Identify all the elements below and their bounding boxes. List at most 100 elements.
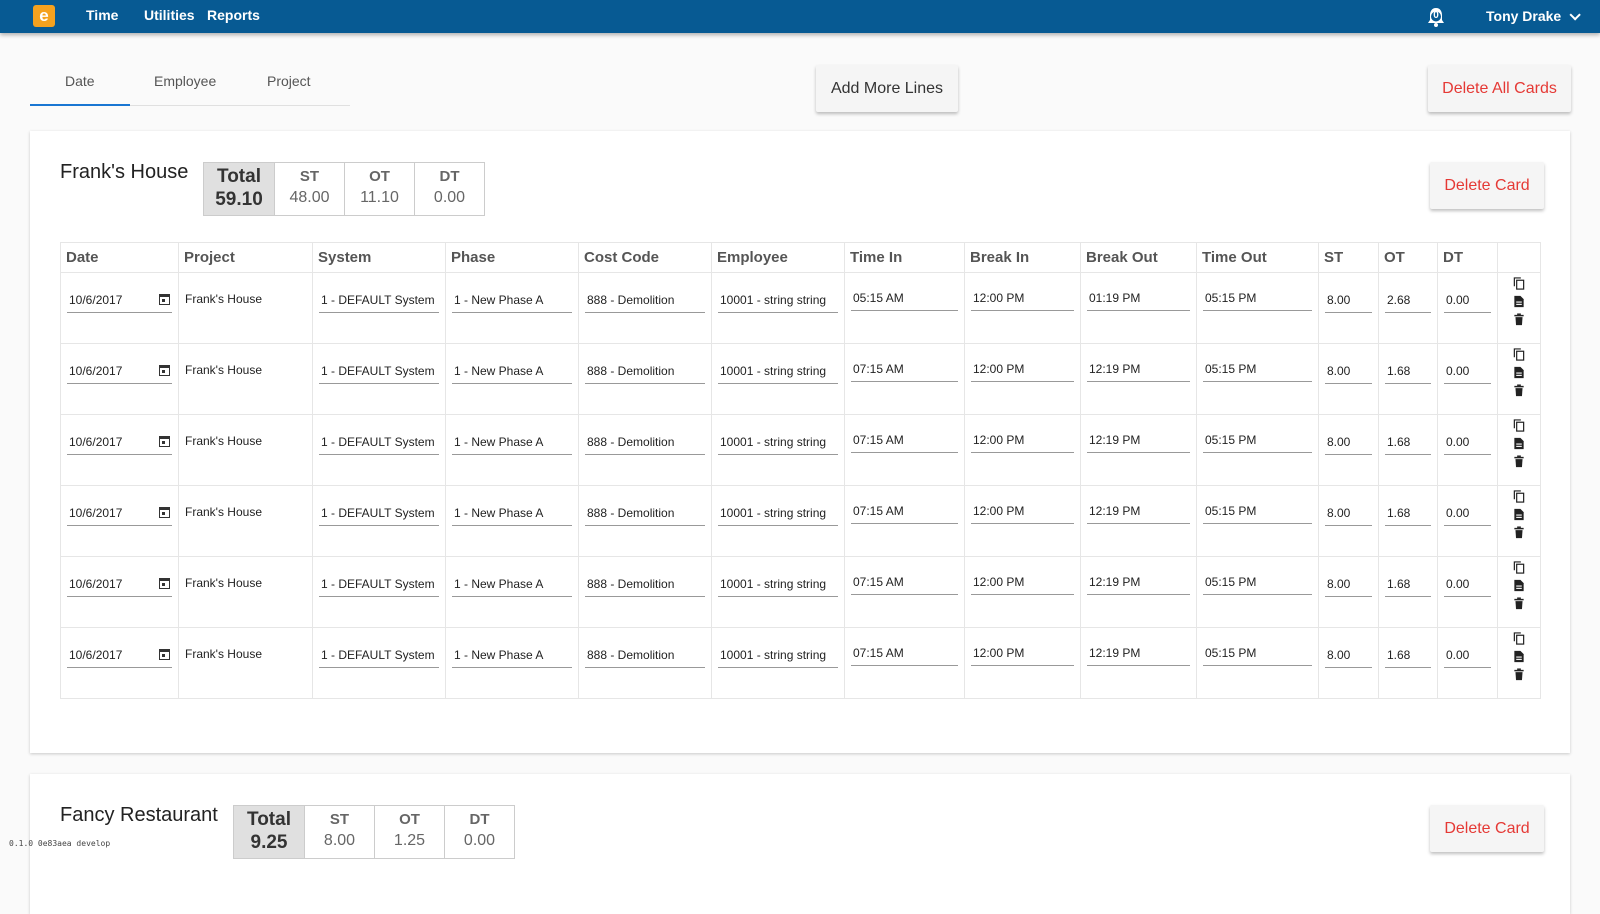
calendar-icon[interactable] bbox=[159, 436, 170, 447]
break-in-field[interactable]: 12:00 PM bbox=[971, 575, 1074, 595]
dt-field[interactable]: 0.00 bbox=[1444, 648, 1491, 668]
system-field[interactable]: 1 - DEFAULT System bbox=[319, 293, 439, 313]
cost-code-field[interactable]: 888 - Demolition bbox=[585, 577, 705, 597]
copy-icon[interactable] bbox=[1513, 348, 1525, 361]
nav-item-utilities[interactable]: Utilities bbox=[144, 7, 195, 23]
phase-field[interactable]: 1 - New Phase A bbox=[452, 648, 572, 668]
cost-code-field[interactable]: 888 - Demolition bbox=[585, 364, 705, 384]
copy-icon[interactable] bbox=[1513, 490, 1525, 503]
st-field[interactable]: 8.00 bbox=[1325, 577, 1372, 597]
nav-item-time[interactable]: Time bbox=[86, 7, 118, 23]
system-field[interactable]: 1 - DEFAULT System bbox=[319, 648, 439, 668]
time-out-field[interactable]: 05:15 PM bbox=[1203, 433, 1312, 453]
trash-icon[interactable] bbox=[1513, 384, 1525, 397]
st-field[interactable]: 8.00 bbox=[1325, 364, 1372, 384]
document-icon[interactable] bbox=[1513, 295, 1525, 308]
break-out-field[interactable]: 12:19 PM bbox=[1087, 362, 1190, 382]
ot-field[interactable]: 2.68 bbox=[1385, 293, 1431, 313]
delete-all-cards-button[interactable]: Delete All Cards bbox=[1428, 65, 1571, 112]
calendar-icon[interactable] bbox=[159, 649, 170, 660]
system-field[interactable]: 1 - DEFAULT System bbox=[319, 435, 439, 455]
break-out-field[interactable]: 12:19 PM bbox=[1087, 504, 1190, 524]
date-picker[interactable]: 10/6/2017 bbox=[67, 577, 172, 597]
trash-icon[interactable] bbox=[1513, 597, 1525, 610]
document-icon[interactable] bbox=[1513, 650, 1525, 663]
phase-field[interactable]: 1 - New Phase A bbox=[452, 435, 572, 455]
calendar-icon[interactable] bbox=[159, 507, 170, 518]
calendar-icon[interactable] bbox=[159, 578, 170, 589]
delete-card-button[interactable]: Delete Card bbox=[1430, 162, 1544, 209]
calendar-icon[interactable] bbox=[159, 365, 170, 376]
time-in-field[interactable]: 07:15 AM bbox=[851, 575, 958, 595]
time-in-field[interactable]: 07:15 AM bbox=[851, 504, 958, 524]
trash-icon[interactable] bbox=[1513, 526, 1525, 539]
cost-code-field[interactable]: 888 - Demolition bbox=[585, 293, 705, 313]
add-more-lines-button[interactable]: Add More Lines bbox=[816, 65, 958, 112]
date-picker[interactable]: 10/6/2017 bbox=[67, 435, 172, 455]
date-picker[interactable]: 10/6/2017 bbox=[67, 506, 172, 526]
ot-field[interactable]: 1.68 bbox=[1385, 577, 1431, 597]
dt-field[interactable]: 0.00 bbox=[1444, 293, 1491, 313]
cost-code-field[interactable]: 888 - Demolition bbox=[585, 435, 705, 455]
notifications-button[interactable]: 0 bbox=[1425, 6, 1447, 28]
date-picker[interactable]: 10/6/2017 bbox=[67, 648, 172, 668]
dt-field[interactable]: 0.00 bbox=[1444, 577, 1491, 597]
tab-date[interactable]: Date bbox=[65, 73, 95, 89]
copy-icon[interactable] bbox=[1513, 561, 1525, 574]
system-field[interactable]: 1 - DEFAULT System bbox=[319, 506, 439, 526]
employee-field[interactable]: 10001 - string string bbox=[718, 293, 838, 313]
cost-code-field[interactable]: 888 - Demolition bbox=[585, 506, 705, 526]
calendar-icon[interactable] bbox=[159, 294, 170, 305]
st-field[interactable]: 8.00 bbox=[1325, 293, 1372, 313]
time-out-field[interactable]: 05:15 PM bbox=[1203, 291, 1312, 311]
dt-field[interactable]: 0.00 bbox=[1444, 364, 1491, 384]
document-icon[interactable] bbox=[1513, 437, 1525, 450]
employee-field[interactable]: 10001 - string string bbox=[718, 364, 838, 384]
system-field[interactable]: 1 - DEFAULT System bbox=[319, 364, 439, 384]
employee-field[interactable]: 10001 - string string bbox=[718, 435, 838, 455]
phase-field[interactable]: 1 - New Phase A bbox=[452, 293, 572, 313]
time-out-field[interactable]: 05:15 PM bbox=[1203, 646, 1312, 666]
dt-field[interactable]: 0.00 bbox=[1444, 506, 1491, 526]
break-in-field[interactable]: 12:00 PM bbox=[971, 291, 1074, 311]
date-picker[interactable]: 10/6/2017 bbox=[67, 364, 172, 384]
break-in-field[interactable]: 12:00 PM bbox=[971, 646, 1074, 666]
phase-field[interactable]: 1 - New Phase A bbox=[452, 364, 572, 384]
time-out-field[interactable]: 05:15 PM bbox=[1203, 362, 1312, 382]
copy-icon[interactable] bbox=[1513, 632, 1525, 645]
tab-project[interactable]: Project bbox=[267, 73, 311, 89]
break-out-field[interactable]: 01:19 PM bbox=[1087, 291, 1190, 311]
break-out-field[interactable]: 12:19 PM bbox=[1087, 433, 1190, 453]
break-in-field[interactable]: 12:00 PM bbox=[971, 433, 1074, 453]
time-in-field[interactable]: 07:15 AM bbox=[851, 433, 958, 453]
document-icon[interactable] bbox=[1513, 579, 1525, 592]
st-field[interactable]: 8.00 bbox=[1325, 506, 1372, 526]
copy-icon[interactable] bbox=[1513, 419, 1525, 432]
nav-item-reports[interactable]: Reports bbox=[207, 7, 260, 23]
trash-icon[interactable] bbox=[1513, 455, 1525, 468]
ot-field[interactable]: 1.68 bbox=[1385, 364, 1431, 384]
ot-field[interactable]: 1.68 bbox=[1385, 435, 1431, 455]
system-field[interactable]: 1 - DEFAULT System bbox=[319, 577, 439, 597]
delete-card-button[interactable]: Delete Card bbox=[1430, 805, 1544, 852]
break-in-field[interactable]: 12:00 PM bbox=[971, 362, 1074, 382]
user-menu[interactable]: Tony Drake bbox=[1486, 8, 1581, 24]
trash-icon[interactable] bbox=[1513, 313, 1525, 326]
document-icon[interactable] bbox=[1513, 508, 1525, 521]
ot-field[interactable]: 1.68 bbox=[1385, 648, 1431, 668]
document-icon[interactable] bbox=[1513, 366, 1525, 379]
break-in-field[interactable]: 12:00 PM bbox=[971, 504, 1074, 524]
cost-code-field[interactable]: 888 - Demolition bbox=[585, 648, 705, 668]
employee-field[interactable]: 10001 - string string bbox=[718, 506, 838, 526]
copy-icon[interactable] bbox=[1513, 277, 1525, 290]
trash-icon[interactable] bbox=[1513, 668, 1525, 681]
employee-field[interactable]: 10001 - string string bbox=[718, 577, 838, 597]
employee-field[interactable]: 10001 - string string bbox=[718, 648, 838, 668]
phase-field[interactable]: 1 - New Phase A bbox=[452, 577, 572, 597]
st-field[interactable]: 8.00 bbox=[1325, 435, 1372, 455]
st-field[interactable]: 8.00 bbox=[1325, 648, 1372, 668]
time-in-field[interactable]: 05:15 AM bbox=[851, 291, 958, 311]
time-out-field[interactable]: 05:15 PM bbox=[1203, 504, 1312, 524]
time-in-field[interactable]: 07:15 AM bbox=[851, 362, 958, 382]
break-out-field[interactable]: 12:19 PM bbox=[1087, 646, 1190, 666]
